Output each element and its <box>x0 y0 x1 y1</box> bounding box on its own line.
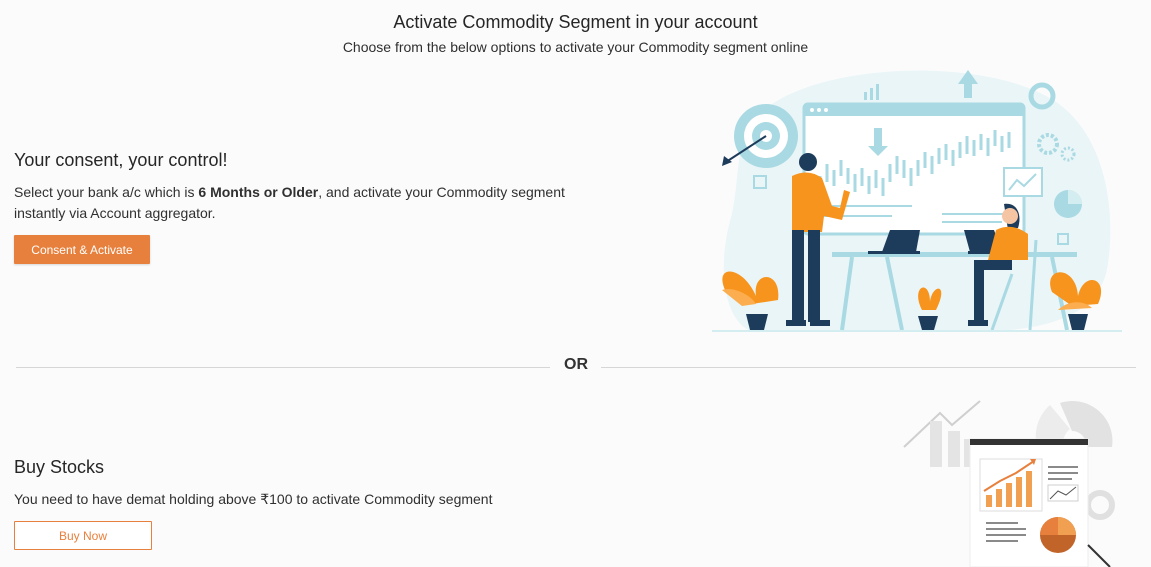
page-header: Activate Commodity Segment in your accou… <box>0 10 1151 57</box>
divider-left <box>16 367 550 368</box>
buy-stocks-title: Buy Stocks <box>14 457 105 477</box>
consent-desc-bold: 6 Months or Older <box>198 184 319 200</box>
page-title: Activate Commodity Segment in your accou… <box>393 12 758 32</box>
divider-right <box>601 367 1136 368</box>
buy-stocks-description: You need to have demat holding above ₹10… <box>14 491 493 507</box>
buy-now-button[interactable]: Buy Now <box>14 521 152 550</box>
trend-chart-icon <box>1003 167 1043 197</box>
consent-section: Your consent, your control! Select your … <box>14 148 574 224</box>
target-icon <box>722 104 798 168</box>
or-label: OR <box>564 356 588 373</box>
consent-activate-button[interactable]: Consent & Activate <box>14 235 150 264</box>
trading-office-illustration <box>712 70 1122 333</box>
page-subtitle: Choose from the below options to activat… <box>342 39 809 55</box>
consent-title: Your consent, your control! <box>14 150 228 170</box>
buy-stocks-section: Buy Stocks You need to have demat holdin… <box>14 455 574 510</box>
consent-description: Select your bank a/c which is 6 Months o… <box>14 182 574 224</box>
report-chart-illustration <box>903 400 1115 567</box>
pie-chart-icon <box>1054 190 1082 218</box>
consent-desc-part1: Select your bank a/c which is <box>14 184 199 200</box>
